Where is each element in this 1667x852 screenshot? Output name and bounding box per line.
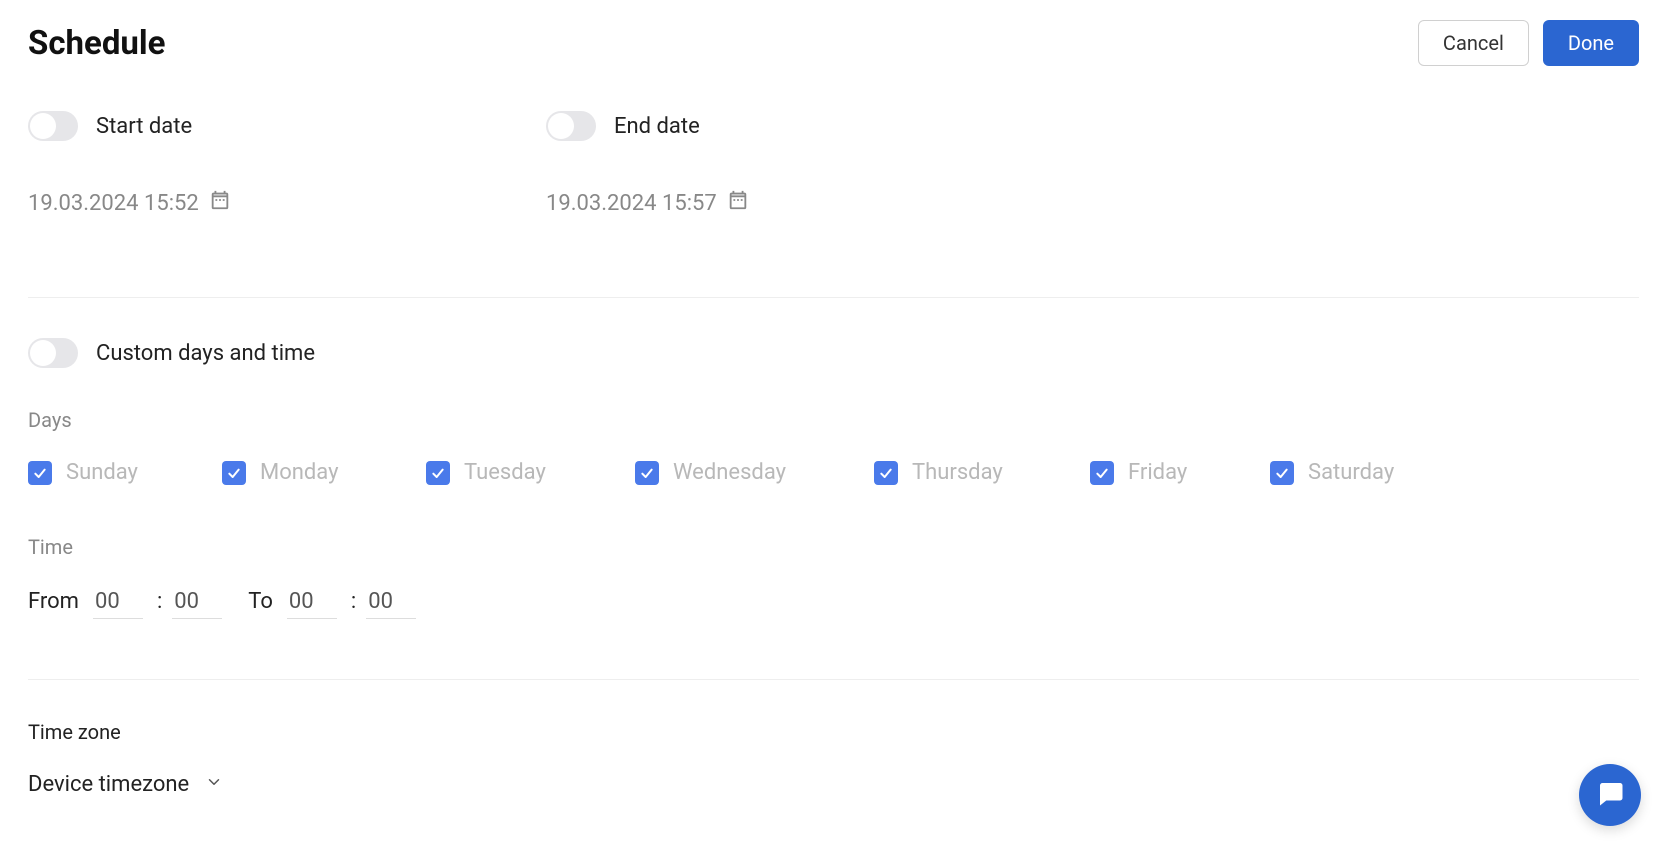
divider <box>28 679 1639 680</box>
done-button[interactable]: Done <box>1543 20 1639 66</box>
checkbox-saturday[interactable] <box>1270 461 1294 485</box>
checkbox-thursday[interactable] <box>874 461 898 485</box>
from-minute-input[interactable] <box>172 587 222 619</box>
start-date-label: Start date <box>96 114 192 139</box>
header-row: Schedule Cancel Done <box>28 20 1639 66</box>
calendar-icon <box>209 189 231 217</box>
end-date-toggle-row: End date <box>546 111 1064 141</box>
day-label: Thursday <box>912 460 1003 485</box>
cancel-button[interactable]: Cancel <box>1418 20 1529 66</box>
timezone-label: Time zone <box>28 720 1639 744</box>
day-monday[interactable]: Monday <box>222 460 426 485</box>
chevron-down-icon <box>205 772 223 797</box>
colon: : <box>151 589 164 614</box>
day-label: Saturday <box>1308 460 1394 485</box>
day-saturday[interactable]: Saturday <box>1270 460 1450 485</box>
days-section-label: Days <box>28 408 1639 432</box>
day-tuesday[interactable]: Tuesday <box>426 460 635 485</box>
end-date-value: 19.03.2024 15:57 <box>546 191 717 216</box>
start-date-field[interactable]: 19.03.2024 15:52 <box>28 189 546 217</box>
to-hour-input[interactable] <box>287 587 337 619</box>
custom-days-toggle[interactable] <box>28 338 78 368</box>
end-date-toggle[interactable] <box>546 111 596 141</box>
custom-days-label: Custom days and time <box>96 341 315 366</box>
chat-widget-button[interactable] <box>1579 764 1641 826</box>
checkbox-sunday[interactable] <box>28 461 52 485</box>
end-date-label: End date <box>614 114 700 139</box>
start-date-value: 19.03.2024 15:52 <box>28 191 199 216</box>
checkbox-friday[interactable] <box>1090 461 1114 485</box>
chat-icon <box>1595 778 1625 812</box>
day-label: Wednesday <box>673 460 786 485</box>
from-label: From <box>28 589 79 614</box>
divider <box>28 297 1639 298</box>
custom-section: Custom days and time Days Sunday Monday … <box>28 338 1639 619</box>
end-date-field[interactable]: 19.03.2024 15:57 <box>546 189 1064 217</box>
page-title: Schedule <box>28 24 165 63</box>
custom-toggle-row: Custom days and time <box>28 338 1639 368</box>
to-minute-input[interactable] <box>366 587 416 619</box>
calendar-icon <box>727 189 749 217</box>
day-label: Monday <box>260 460 339 485</box>
colon: : <box>345 589 358 614</box>
day-label: Friday <box>1128 460 1187 485</box>
start-date-col: Start date 19.03.2024 15:52 <box>28 111 546 217</box>
checkbox-wednesday[interactable] <box>635 461 659 485</box>
day-label: Tuesday <box>464 460 546 485</box>
start-date-toggle-row: Start date <box>28 111 546 141</box>
header-buttons: Cancel Done <box>1418 20 1639 66</box>
checkbox-monday[interactable] <box>222 461 246 485</box>
day-label: Sunday <box>66 460 138 485</box>
day-wednesday[interactable]: Wednesday <box>635 460 874 485</box>
to-label: To <box>248 589 273 614</box>
day-sunday[interactable]: Sunday <box>28 460 222 485</box>
timezone-select[interactable]: Device timezone <box>28 772 1639 797</box>
date-row: Start date 19.03.2024 15:52 End date 19.… <box>28 111 1639 217</box>
time-row: From : To : <box>28 587 1639 619</box>
days-row: Sunday Monday Tuesday Wednesday Thursday… <box>28 460 1639 485</box>
time-section-label: Time <box>28 535 1639 559</box>
from-hour-input[interactable] <box>93 587 143 619</box>
end-date-col: End date 19.03.2024 15:57 <box>546 111 1064 217</box>
checkbox-tuesday[interactable] <box>426 461 450 485</box>
day-friday[interactable]: Friday <box>1090 460 1270 485</box>
day-thursday[interactable]: Thursday <box>874 460 1090 485</box>
timezone-value: Device timezone <box>28 772 189 797</box>
start-date-toggle[interactable] <box>28 111 78 141</box>
